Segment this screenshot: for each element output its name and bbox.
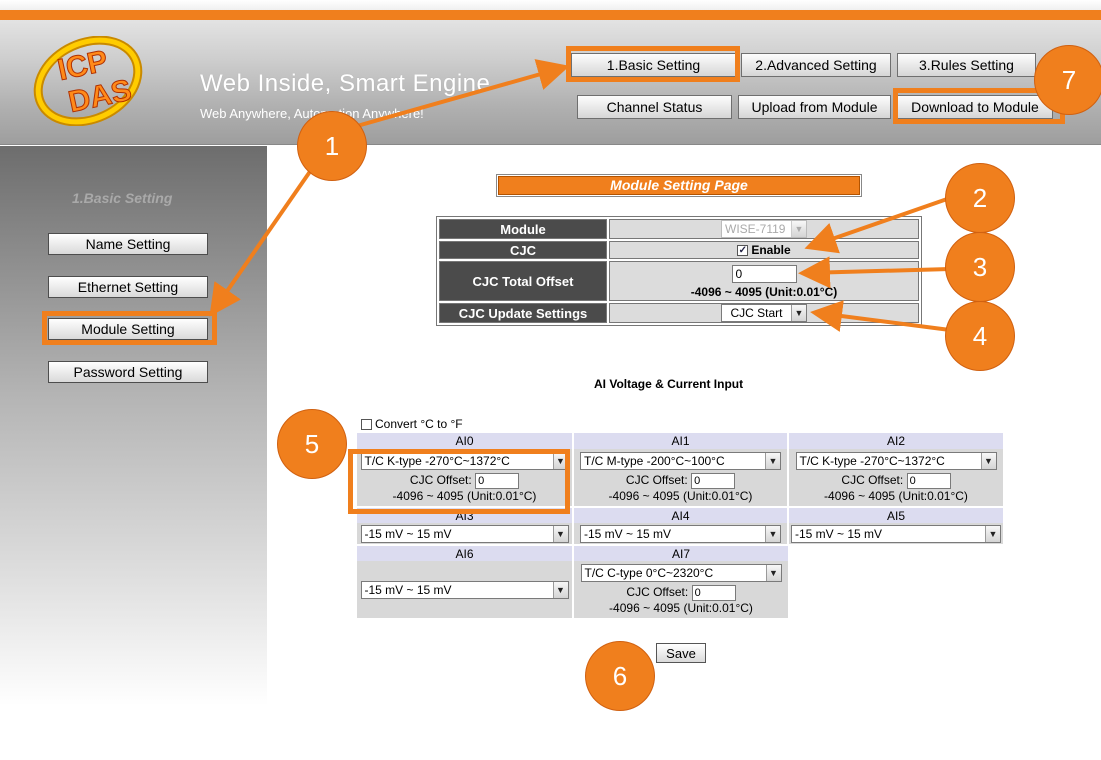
module-select-value: WISE-7119: [725, 222, 786, 236]
sidebar-item-password-setting[interactable]: Password Setting: [48, 361, 208, 383]
chevron-down-icon: ▼: [791, 305, 806, 321]
callout-badge: 4: [946, 302, 1014, 370]
channel-type-select-ai4[interactable]: -15 mV ~ 15 mV ▼: [580, 524, 781, 543]
cjc-offset-label: CJC Offset:: [625, 473, 688, 487]
ai-section-title: AI Voltage & Current Input: [594, 377, 744, 391]
module-select: WISE-7119 ▼: [721, 220, 807, 238]
tab-advanced-setting[interactable]: 2.Advanced Setting: [741, 53, 891, 77]
callout-badge: 2: [946, 164, 1014, 232]
channel-type-select-ai5[interactable]: -15 mV ~ 15 mV ▼: [791, 524, 1001, 543]
channel-header-ai5: AI5: [787, 507, 1003, 523]
channel-type-select-ai3[interactable]: -15 mV ~ 15 mV ▼: [360, 524, 569, 543]
save-button[interactable]: Save: [656, 643, 706, 663]
channel-cell-ai7: T/C C-type 0°C~2320°C ▼ CJC Offset: -409…: [572, 561, 788, 620]
sidebar-title: 1.Basic Setting: [72, 190, 173, 206]
header: ICP DAS Web Inside, Smart Engine Web Any…: [0, 20, 1101, 145]
cjc-offset-input-ai1[interactable]: [691, 473, 736, 489]
highlight-basic-setting: [566, 46, 740, 82]
chevron-down-icon: ▼: [985, 525, 1000, 542]
highlight-ai0-cell: [348, 449, 570, 514]
chevron-down-icon: ▼: [765, 453, 780, 469]
cjc-update-select-value: CJC Start: [730, 306, 783, 320]
chevron-down-icon: ▼: [765, 525, 780, 542]
channel-cell-ai6: -15 mV ~ 15 mV ▼: [357, 561, 573, 620]
top-edge: [0, 0, 1101, 10]
cjc-total-offset-input[interactable]: [731, 264, 797, 283]
convert-unit-row: Convert °C to °F: [361, 417, 463, 431]
convert-unit-label: Convert °C to °F: [375, 417, 463, 431]
module-label: Module: [439, 219, 607, 239]
channel-header-ai7: AI7: [572, 545, 788, 561]
channel-type-select-ai6[interactable]: -15 mV ~ 15 mV ▼: [360, 580, 569, 599]
cjc-update-label: CJC Update Settings: [439, 303, 607, 323]
callout-badge: 1: [298, 112, 366, 180]
cjc-offset-label: CJC Offset:: [626, 585, 689, 599]
tab-rules-setting[interactable]: 3.Rules Setting: [897, 53, 1036, 77]
cjc-enable-checkbox[interactable]: ✓: [737, 245, 749, 257]
sidebar-item-name-setting[interactable]: Name Setting: [48, 233, 208, 255]
cjc-offset-range: -4096 ~ 4095 (Unit:0.01°C): [824, 489, 968, 503]
cjc-total-offset-range: -4096 ~ 4095 (Unit:0.01°C): [690, 284, 838, 299]
module-settings-table: Module WISE-7119 ▼ CJC ✓ Enable CJC Total…: [436, 216, 922, 326]
channel-cell-ai4: -15 mV ~ 15 mV ▼: [572, 523, 788, 546]
channel-status-button[interactable]: Channel Status: [577, 95, 732, 119]
callout-badge: 3: [946, 233, 1014, 301]
channel-header-ai1: AI1: [572, 433, 788, 449]
cjc-update-select[interactable]: CJC Start ▼: [721, 304, 807, 322]
cjc-label: CJC: [439, 241, 607, 259]
page-title: Module Setting Page: [496, 174, 862, 197]
orange-top-bar: [0, 10, 1101, 20]
channel-header-ai4: AI4: [572, 507, 788, 523]
channel-cell-ai5: -15 mV ~ 15 mV ▼: [787, 523, 1003, 546]
channel-type-select-ai2[interactable]: T/C K-type -270°C~1372°C ▼: [795, 452, 997, 470]
chevron-down-icon: ▼: [791, 221, 806, 237]
cjc-offset-input-ai2[interactable]: [906, 473, 951, 489]
cjc-enable-label: Enable: [751, 243, 791, 257]
chevron-down-icon: ▼: [765, 565, 781, 581]
channel-type-select-ai7[interactable]: T/C C-type 0°C~2320°C ▼: [580, 564, 782, 582]
convert-unit-checkbox[interactable]: [361, 418, 372, 430]
channel-header-ai0: AI0: [357, 433, 573, 449]
sidebar-item-ethernet-setting[interactable]: Ethernet Setting: [48, 276, 208, 298]
cjc-offset-label: CJC Offset:: [841, 473, 904, 487]
chevron-down-icon: ▼: [552, 525, 568, 542]
channel-cell-ai2: T/C K-type -270°C~1372°C ▼ CJC Offset: -…: [787, 449, 1003, 508]
callout-badge: 5: [278, 410, 346, 478]
slogan-main: Web Inside, Smart Engine: [200, 70, 491, 97]
channel-cell-ai3: -15 mV ~ 15 mV ▼: [357, 523, 573, 546]
channel-type-select-ai1[interactable]: T/C M-type -200°C~100°C ▼: [580, 452, 781, 470]
callout-badge: 6: [586, 642, 654, 710]
chevron-down-icon: ▼: [552, 581, 568, 598]
channel-header-ai6: AI6: [357, 545, 573, 561]
highlight-module-setting: [42, 311, 217, 345]
callout-badge: 7: [1035, 46, 1101, 114]
cjc-offset-range: -4096 ~ 4095 (Unit:0.01°C): [609, 601, 753, 615]
cjc-total-offset-label: CJC Total Offset: [439, 261, 607, 301]
channel-cell-ai1: T/C M-type -200°C~100°C ▼ CJC Offset: -4…: [572, 449, 788, 508]
cjc-offset-range: -4096 ~ 4095 (Unit:0.01°C): [608, 489, 753, 503]
chevron-down-icon: ▼: [980, 453, 996, 469]
upload-from-module-button[interactable]: Upload from Module: [738, 95, 891, 119]
channel-header-ai2: AI2: [787, 433, 1003, 449]
icp-das-logo: ICP DAS: [33, 36, 143, 126]
sidebar: 1.Basic Setting Name Setting Ethernet Se…: [0, 146, 267, 706]
cjc-offset-input-ai7[interactable]: [691, 585, 736, 601]
